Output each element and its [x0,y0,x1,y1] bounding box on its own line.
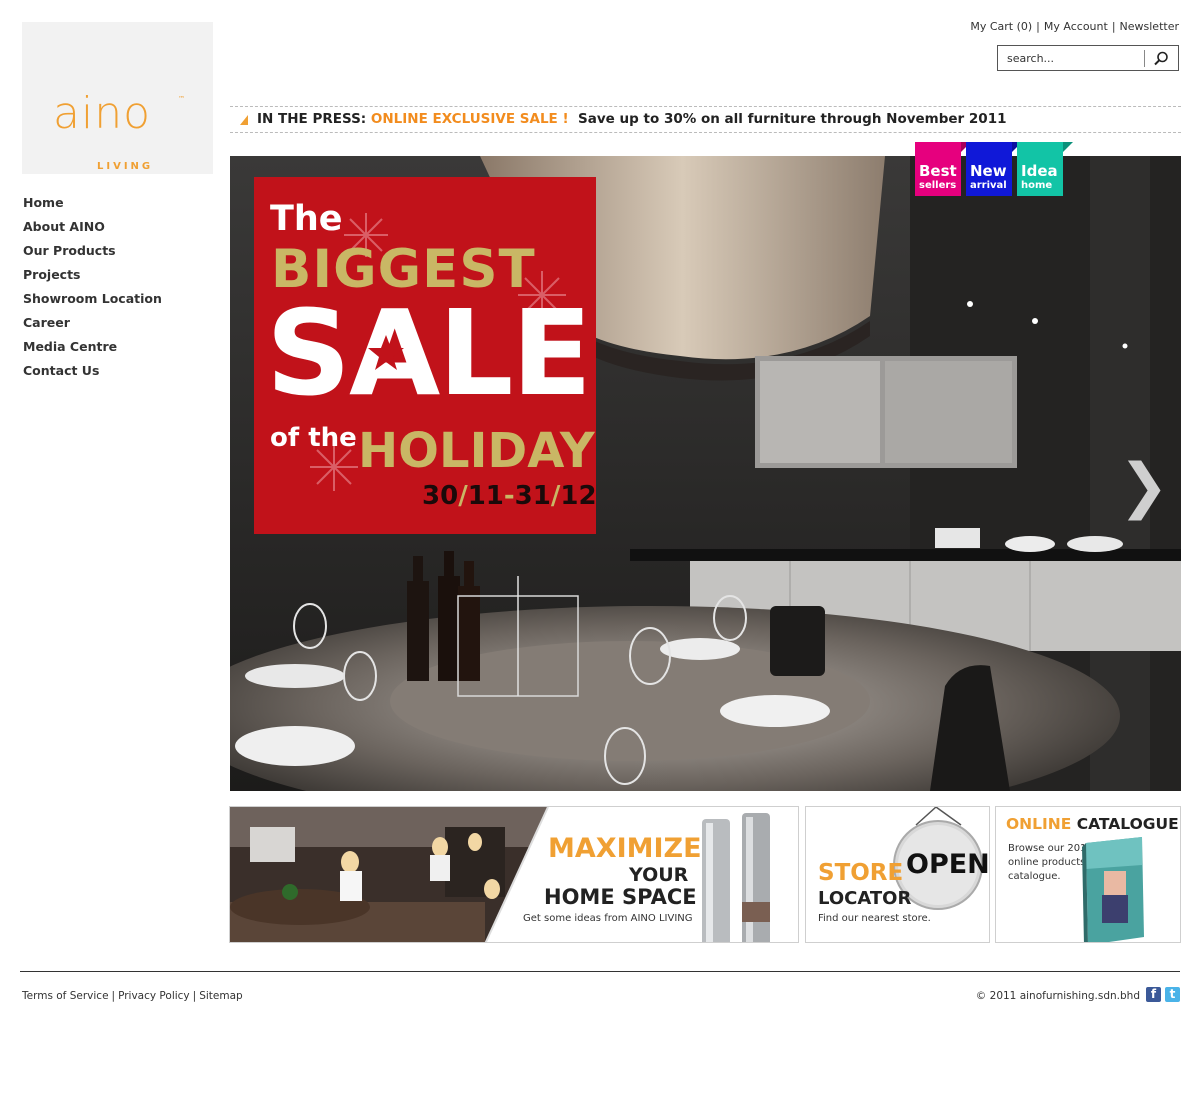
sale-dates: 30/11-31/12 [422,481,596,511]
banner-store-locator[interactable]: OPEN STORE LOCATOR Find our nearest stor… [805,806,990,943]
search-button[interactable] [1150,50,1172,68]
terms-link[interactable]: Terms of Service [22,990,109,1002]
date-slash: / [458,481,468,511]
tag-best-sellers[interactable]: Best sellers [915,142,971,196]
top-links: My Cart (0) | My Account | Newsletter [970,20,1179,33]
press-prefix: IN THE PRESS: [257,111,367,127]
tag-fold [1063,142,1073,152]
separator: | [111,990,116,1002]
catalogue-book-icon [1082,837,1144,942]
logo[interactable]: aino ™ LIVING [22,22,213,174]
sale-line-holiday: HOLIDAY [358,423,595,479]
twitter-icon[interactable]: t [1165,987,1180,1002]
date-month-start: 11 [467,481,504,511]
separator: | [1111,20,1116,33]
nav-item-media[interactable]: Media Centre [23,339,117,354]
separator: | [192,990,197,1002]
tag-label: New [970,162,1007,180]
search-icon [1154,51,1168,66]
maximize-caption: Get some ideas from AINO LIVING [523,913,693,924]
star-icon [368,335,404,370]
press-message: Save up to 30% on all furniture through … [578,111,1007,127]
sale-banner: The BIGGEST SALE of the HOLIDAY 30/11-31… [254,177,596,534]
nav-item-about[interactable]: About AINO [23,219,105,234]
nav-item-career[interactable]: Career [23,315,70,330]
maximize-line-your: YOUR [629,864,689,886]
nav-item-showroom[interactable]: Showroom Location [23,291,162,306]
press-highlight: ONLINE EXCLUSIVE SALE ! [370,111,569,127]
tag-sublabel: sellers [919,180,957,191]
triangle-icon [240,115,248,125]
tag-idea-home[interactable]: Idea home [1017,142,1073,196]
search-divider [1144,50,1145,67]
search-input[interactable] [1000,48,1142,68]
copyright: © 2011 ainofurnishing.sdn.bhd [975,990,1140,1002]
date-dash: - [503,481,515,511]
date-month-end: 12 [560,481,596,511]
date-day-end: 31 [514,481,551,511]
tag-new-arrival[interactable]: New arrival [966,142,1022,196]
store-subtitle: LOCATOR [818,888,912,909]
press-text: IN THE PRESS: ONLINE EXCLUSIVE SALE ! Sa… [257,111,1007,127]
separator: | [1036,20,1040,33]
newsletter-link[interactable]: Newsletter [1120,20,1179,33]
tag-label: Idea [1021,162,1058,180]
store-title: STORE [818,860,904,886]
footer-divider [20,971,1180,972]
sitemap-link[interactable]: Sitemap [199,990,243,1002]
tag-sublabel: home [1021,180,1053,191]
next-arrow-icon[interactable]: ❯ [1119,456,1169,516]
logo-wordmark: aino [53,88,151,139]
maximize-title: MAXIMIZE [548,833,702,864]
sale-line-ofthe: of the [270,423,357,453]
catalogue-title-online: ONLINE [1006,815,1072,833]
press-bar[interactable]: IN THE PRESS: ONLINE EXCLUSIVE SALE ! Sa… [230,106,1181,133]
maximize-line-homespace: HOME SPACE [544,885,697,909]
logo-subtitle: LIVING [97,161,154,172]
nav-item-products[interactable]: Our Products [23,243,116,258]
catalogue-title-catalogue: CATALOGUE [1076,815,1179,833]
sale-line-sale: SALE [266,284,592,422]
banner-online-catalogue[interactable]: ONLINE CATALOGUE Browse our 2011 online … [995,806,1181,943]
sale-line-the: The [270,199,343,239]
hero-slider[interactable]: The BIGGEST SALE of the HOLIDAY 30/11-31… [230,156,1181,791]
catalogue-title: ONLINE CATALOGUE [1006,815,1179,833]
store-caption: Find our nearest store. [818,913,931,924]
tag-sublabel: arrival [970,180,1007,191]
date-slash: / [550,481,561,511]
logo-trademark: ™ [178,95,185,103]
tag-label: Best [919,162,957,180]
nav-item-contact[interactable]: Contact Us [23,363,99,378]
nav-item-home[interactable]: Home [23,195,64,210]
date-day-start: 30 [422,481,459,511]
kitchen-photo [230,807,770,942]
banner-maximize[interactable]: MAXIMIZE YOUR HOME SPACE Get some ideas … [229,806,799,943]
nav-item-projects[interactable]: Projects [23,267,81,282]
account-link[interactable]: My Account [1044,20,1108,33]
open-sign-text: OPEN [906,849,990,880]
cart-link[interactable]: My Cart (0) [970,20,1032,33]
search-box [997,45,1179,71]
main-nav: Home About AINO Our Products Projects Sh… [23,192,162,384]
privacy-link[interactable]: Privacy Policy [118,990,190,1002]
footer-links: Terms of Service | Privacy Policy | Sitemap [22,990,243,1002]
facebook-icon[interactable]: f [1146,987,1161,1002]
